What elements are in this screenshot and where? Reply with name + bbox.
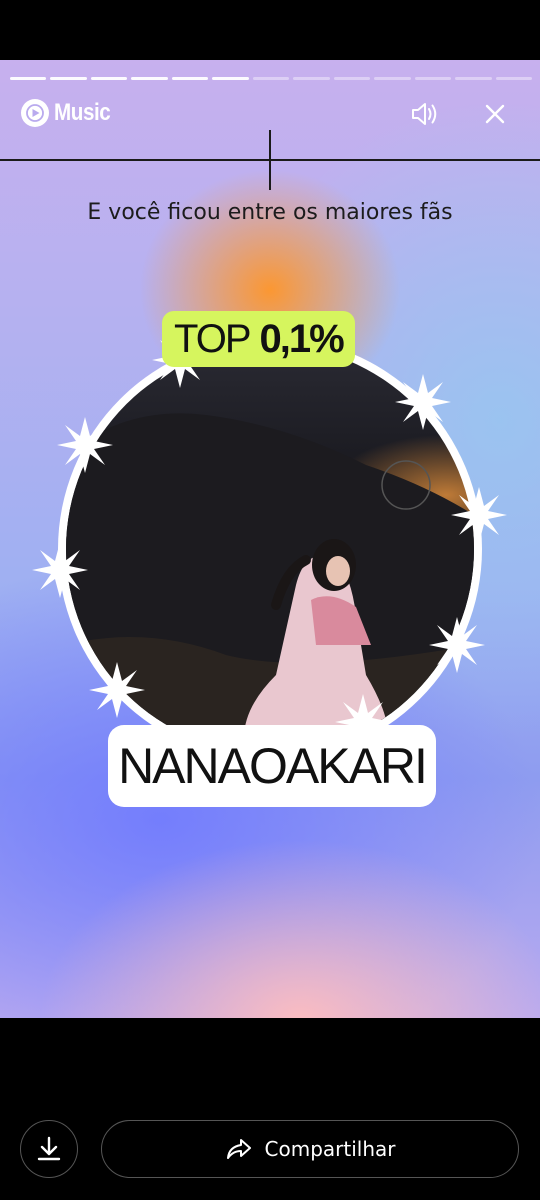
sparkle-icon	[32, 542, 88, 598]
sparkle-icon	[57, 417, 113, 473]
share-button-label: Compartilhar	[264, 1137, 396, 1161]
share-button[interactable]: Compartilhar	[101, 1120, 519, 1178]
sparkle-icon	[395, 374, 451, 430]
top-value: 0,1%	[259, 316, 345, 361]
brand: Music	[20, 98, 120, 128]
progress-segment	[50, 77, 87, 80]
top-percent-badge: TOP 0,1%	[162, 311, 355, 367]
progress-segment	[131, 77, 168, 80]
progress-segment	[252, 77, 290, 80]
progress-segment	[171, 77, 209, 80]
progress-segment	[333, 77, 371, 80]
progress-segment	[455, 77, 492, 80]
sparkle-icon	[451, 487, 507, 543]
story-card[interactable]: Music E você ficou entre os maiores fãs	[0, 60, 540, 1018]
progress-segment	[212, 77, 249, 80]
close-button[interactable]	[475, 94, 515, 134]
story-progress	[10, 77, 533, 80]
speaker-icon	[412, 103, 437, 125]
crosshair-vertical	[269, 130, 271, 190]
close-icon	[485, 104, 505, 124]
download-button[interactable]	[20, 1120, 78, 1178]
headline: E você ficou entre os maiores fãs	[87, 200, 453, 225]
progress-segment	[495, 77, 533, 80]
progress-segment	[293, 77, 330, 80]
share-icon	[226, 1139, 251, 1159]
sparkle-icon	[89, 662, 145, 718]
brand-text: Music	[54, 99, 111, 126]
progress-segment	[374, 77, 411, 80]
download-icon	[37, 1136, 61, 1161]
top-label: TOP	[174, 316, 252, 361]
sound-button[interactable]	[404, 94, 444, 134]
progress-segment	[90, 77, 128, 80]
youtube-music-icon	[21, 99, 49, 127]
sparkle-icon	[429, 617, 485, 673]
progress-segment	[10, 77, 47, 80]
progress-segment	[414, 77, 452, 80]
artist-name-badge: NANAOAKARI	[108, 725, 436, 807]
screen: Music E você ficou entre os maiores fãs	[0, 0, 540, 1200]
